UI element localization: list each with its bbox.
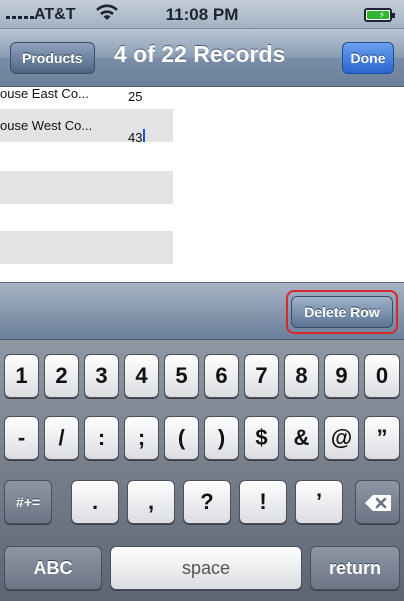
key-slash[interactable]: /: [44, 416, 79, 460]
status-bar: AT&T 11:08 PM ⚡: [0, 0, 404, 29]
key-6[interactable]: 6: [204, 354, 239, 398]
nav-bar: Products 4 of 22 Records Done: [0, 29, 404, 87]
key-period[interactable]: .: [71, 480, 119, 524]
keyboard: 1 2 3 4 5 6 7 8 9 0 - / : ; ( ) $ & @ ” …: [0, 340, 404, 601]
key-0[interactable]: 0: [364, 354, 400, 398]
key-exclamation[interactable]: !: [239, 480, 287, 524]
list-item-editing[interactable]: ouse West Co... 43: [0, 109, 173, 142]
key-5[interactable]: 5: [164, 354, 199, 398]
key-semicolon[interactable]: ;: [124, 416, 159, 460]
key-apostrophe[interactable]: ’: [295, 480, 343, 524]
row-value-field[interactable]: 43: [128, 121, 142, 142]
delete-row-button[interactable]: Delete Row: [291, 296, 393, 328]
empty-row[interactable]: [0, 231, 173, 264]
clock: 11:08 PM: [165, 5, 239, 24]
records-list: ouse East Co... 25 ouse West Co... 43: [0, 87, 404, 282]
done-button[interactable]: Done: [342, 42, 394, 74]
key-open-paren[interactable]: (: [164, 416, 199, 460]
key-9[interactable]: 9: [324, 354, 359, 398]
abc-key[interactable]: ABC: [4, 546, 102, 590]
row-name: ouse East Co...: [0, 87, 89, 101]
key-2[interactable]: 2: [44, 354, 79, 398]
key-ampersand[interactable]: &: [284, 416, 319, 460]
key-1[interactable]: 1: [4, 354, 39, 398]
backspace-key[interactable]: [355, 480, 400, 524]
return-key[interactable]: return: [310, 546, 400, 590]
row-value: 25: [128, 89, 143, 104]
list-item[interactable]: ouse East Co... 25: [0, 87, 173, 109]
key-comma[interactable]: ,: [127, 480, 175, 524]
key-colon[interactable]: :: [84, 416, 119, 460]
key-close-paren[interactable]: ): [204, 416, 239, 460]
key-at[interactable]: @: [324, 416, 359, 460]
key-question[interactable]: ?: [183, 480, 231, 524]
charging-bolt-icon: ⚡: [378, 10, 385, 20]
key-4[interactable]: 4: [124, 354, 159, 398]
empty-row[interactable]: [0, 171, 173, 204]
symbols-mode-key[interactable]: #+=: [4, 480, 52, 524]
products-button[interactable]: Products: [10, 42, 95, 74]
space-key[interactable]: space: [110, 546, 302, 590]
keyboard-toolbar: Delete Row: [0, 282, 404, 340]
key-hyphen[interactable]: -: [4, 416, 39, 460]
key-quote[interactable]: ”: [364, 416, 400, 460]
key-3[interactable]: 3: [84, 354, 119, 398]
row-name: ouse West Co...: [0, 118, 93, 133]
page-title: 4 of 22 Records: [114, 41, 286, 67]
key-7[interactable]: 7: [244, 354, 279, 398]
key-8[interactable]: 8: [284, 354, 319, 398]
backspace-icon: [364, 495, 391, 511]
key-dollar[interactable]: $: [244, 416, 279, 460]
text-cursor: [143, 129, 146, 142]
